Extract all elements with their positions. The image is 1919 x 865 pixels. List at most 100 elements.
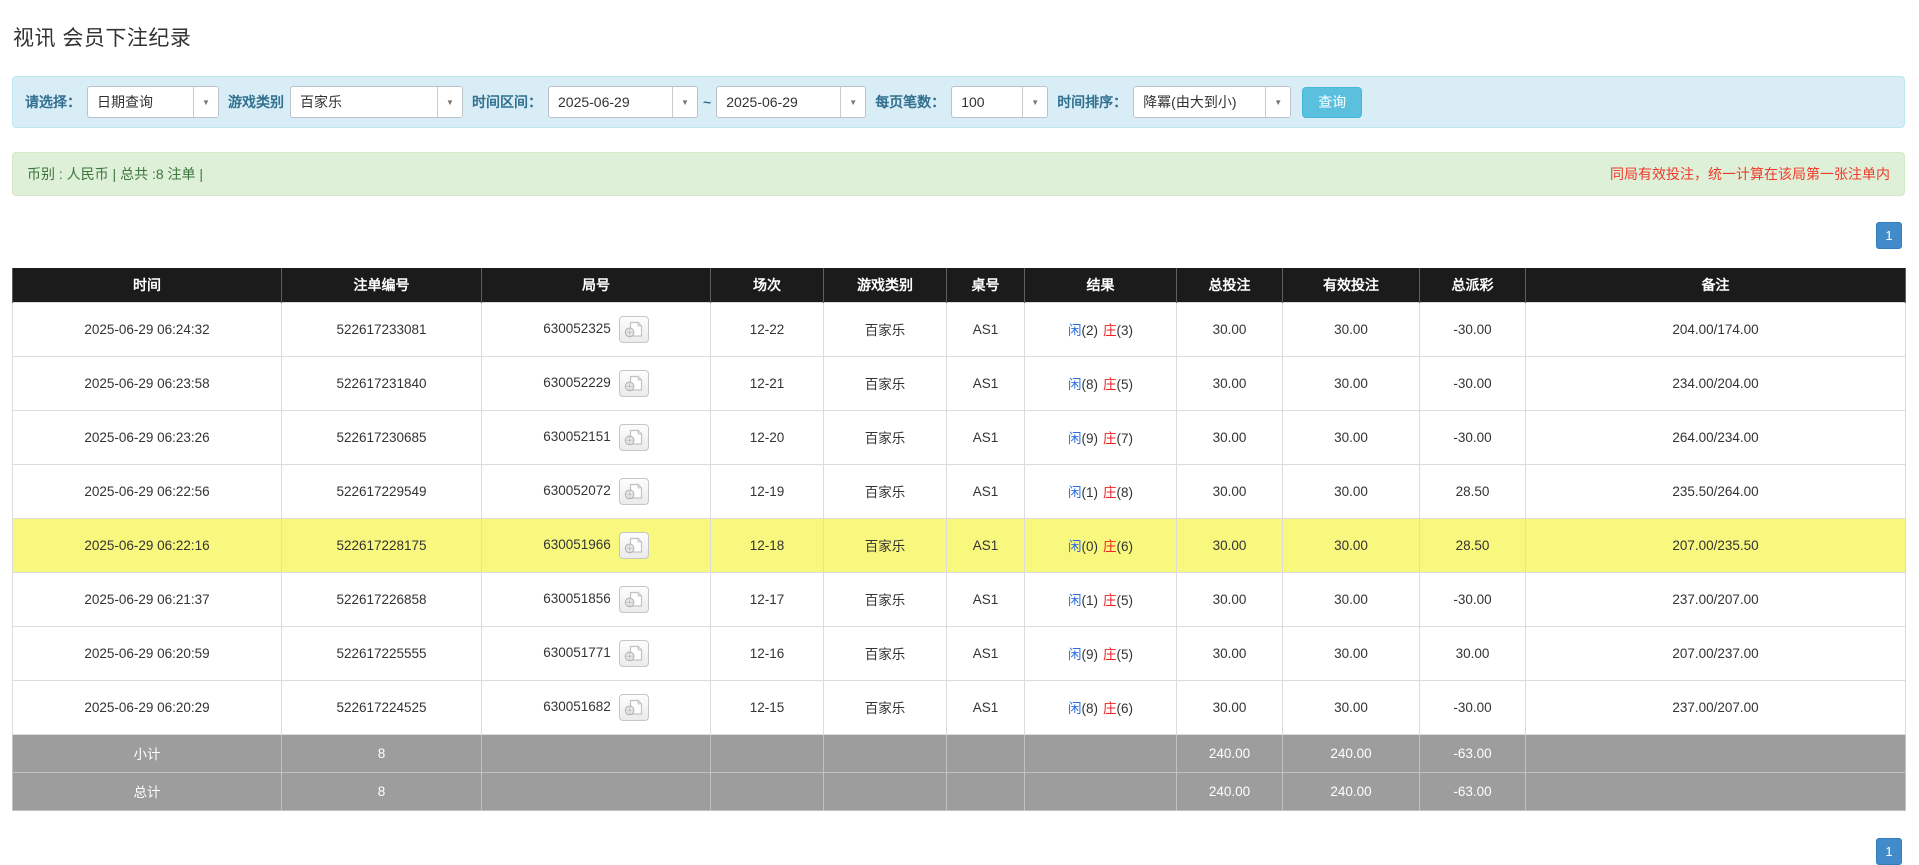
subtotal-valid-bet: 240.00 [1282, 733, 1420, 773]
subtotal-row: 小计 8 240.00 240.00 -63.00 [12, 733, 1906, 773]
currency-total-text: 币别 : 人民币 | 总共 :8 注单 | [27, 166, 204, 182]
cell-round-id: 630052151 [481, 409, 711, 465]
video-replay-button[interactable] [618, 423, 649, 451]
column-header: 时间 [12, 268, 282, 302]
total-label: 总计 [12, 771, 282, 811]
video-replay-button[interactable] [618, 315, 649, 343]
table-row[interactable]: 2025-06-29 06:22:16 522617228175 6300519… [12, 517, 1906, 573]
cell-game-type: 百家乐 [823, 301, 947, 357]
round-id-text: 630052151 [543, 428, 611, 444]
cell-valid-bet: 30.00 [1282, 355, 1420, 411]
player-result-label: 闲 [1068, 485, 1082, 500]
chevron-down-icon[interactable]: ▼ [437, 87, 462, 117]
cell-remark: 237.00/207.00 [1525, 571, 1906, 627]
table-row[interactable]: 2025-06-29 06:21:37 522617226858 6300518… [12, 571, 1906, 627]
cell-total-payout: -30.00 [1419, 571, 1526, 627]
chevron-down-icon[interactable]: ▼ [672, 87, 697, 117]
search-button[interactable]: 查询 [1302, 86, 1363, 118]
video-replay-button[interactable] [618, 369, 649, 397]
pagination-page-1-button[interactable]: 1 [1876, 222, 1902, 249]
column-header: 注单编号 [281, 268, 482, 302]
date-to-select[interactable]: 2025-06-29 ▼ [716, 86, 867, 118]
table-row[interactable]: 2025-06-29 06:23:58 522617231840 6300522… [12, 355, 1906, 411]
table-row[interactable]: 2025-06-29 06:24:32 522617233081 6300523… [12, 301, 1906, 357]
subtotal-payout: -63.00 [1419, 733, 1526, 773]
video-replay-button[interactable] [618, 585, 649, 613]
chevron-down-icon[interactable]: ▼ [840, 87, 866, 117]
cell-round-id: 630051682 [481, 679, 711, 735]
cell-table-no: AS1 [946, 679, 1025, 735]
page-size-select[interactable]: 100 ▼ [951, 86, 1049, 118]
query-type-select[interactable]: 日期查询 ▼ [87, 86, 219, 118]
cell-table-no: AS1 [946, 517, 1025, 573]
cell-bet-id: 522617224525 [281, 679, 482, 735]
cell-total-bet[interactable]: 30.00 [1176, 571, 1283, 627]
banker-result-score: (7) [1116, 431, 1134, 446]
cell-total-bet[interactable]: 30.00 [1176, 679, 1283, 735]
page-title: 视讯 会员下注纪录 [13, 27, 192, 50]
video-replay-button[interactable] [618, 531, 649, 559]
cell-game-type: 百家乐 [823, 679, 947, 735]
round-id-text: 630051966 [543, 536, 611, 552]
player-result-score: (9) [1081, 431, 1099, 446]
video-replay-button[interactable] [618, 477, 649, 505]
banker-result-label: 庄 [1103, 539, 1117, 554]
banker-result-label: 庄 [1103, 377, 1117, 392]
subtotal-empty-cell [823, 733, 947, 773]
cell-result: 闲(0) 庄(6) [1024, 517, 1177, 573]
cell-table-no: AS1 [946, 571, 1025, 627]
cell-total-payout: -30.00 [1419, 301, 1526, 357]
cell-session: 12-17 [710, 571, 824, 627]
table-row[interactable]: 2025-06-29 06:23:26 522617230685 6300521… [12, 409, 1906, 465]
table-header-row: 时间 注单编号 局号 场次 游戏类别 桌号 结果 总投注 有效投注 总派彩 备注 [12, 268, 1906, 302]
cell-time: 2025-06-29 06:20:29 [12, 679, 282, 735]
query-type-value: 日期查询 [97, 94, 153, 110]
chevron-down-icon[interactable]: ▼ [193, 87, 218, 117]
cell-remark: 204.00/174.00 [1525, 301, 1906, 357]
video-replay-button[interactable] [618, 639, 649, 667]
betting-records-page: { "page": { "title": "视讯 会员下注纪录" }, "fil… [0, 0, 1919, 865]
cell-table-no: AS1 [946, 463, 1025, 519]
cell-session: 12-19 [710, 463, 824, 519]
cell-total-bet[interactable]: 30.00 [1176, 625, 1283, 681]
game-type-select[interactable]: 百家乐 ▼ [290, 86, 463, 118]
cell-session: 12-22 [710, 301, 824, 357]
cell-total-bet[interactable]: 30.00 [1176, 517, 1283, 573]
filter-panel: 请选择： 日期查询 ▼ 游戏类别 百家乐 ▼ 时间区间： 2025-06-29 … [12, 76, 1905, 128]
cell-result: 闲(9) 庄(5) [1024, 625, 1177, 681]
video-replay-button[interactable] [618, 693, 649, 721]
subtotal-empty-cell [946, 733, 1025, 773]
pagination-page-1-button[interactable]: 1 [1876, 838, 1902, 865]
cell-remark: 264.00/234.00 [1525, 409, 1906, 465]
chevron-down-icon[interactable]: ▼ [1265, 87, 1291, 117]
cell-session: 12-20 [710, 409, 824, 465]
cell-valid-bet: 30.00 [1282, 571, 1420, 627]
sort-order-select[interactable]: 降冪(由大到小) ▼ [1133, 86, 1292, 118]
cell-game-type: 百家乐 [823, 463, 947, 519]
banker-result-score: (3) [1116, 323, 1134, 338]
column-header: 总派彩 [1419, 268, 1526, 302]
cell-time: 2025-06-29 06:23:26 [12, 409, 282, 465]
round-id-text: 630051771 [543, 644, 611, 660]
cell-total-bet[interactable]: 30.00 [1176, 355, 1283, 411]
total-empty-cell [823, 771, 947, 811]
cell-table-no: AS1 [946, 355, 1025, 411]
cell-total-bet[interactable]: 30.00 [1176, 409, 1283, 465]
date-from-select[interactable]: 2025-06-29 ▼ [548, 86, 698, 118]
cell-total-bet[interactable]: 30.00 [1176, 301, 1283, 357]
subtotal-empty-cell [1024, 733, 1177, 773]
cell-total-bet[interactable]: 30.00 [1176, 463, 1283, 519]
column-header: 有效投注 [1282, 268, 1420, 302]
banker-result-score: (6) [1116, 701, 1134, 716]
cell-total-payout: 30.00 [1419, 625, 1526, 681]
table-row[interactable]: 2025-06-29 06:20:29 522617224525 6300516… [12, 679, 1906, 735]
cell-valid-bet: 30.00 [1282, 679, 1420, 735]
subtotal-count: 8 [281, 733, 482, 773]
table-row[interactable]: 2025-06-29 06:20:59 522617225555 6300517… [12, 625, 1906, 681]
cell-total-payout: -30.00 [1419, 679, 1526, 735]
cell-table-no: AS1 [946, 625, 1025, 681]
table-row[interactable]: 2025-06-29 06:22:56 522617229549 6300520… [12, 463, 1906, 519]
banker-result-label: 庄 [1103, 701, 1117, 716]
cell-time: 2025-06-29 06:24:32 [12, 301, 282, 357]
chevron-down-icon[interactable]: ▼ [1022, 87, 1048, 117]
